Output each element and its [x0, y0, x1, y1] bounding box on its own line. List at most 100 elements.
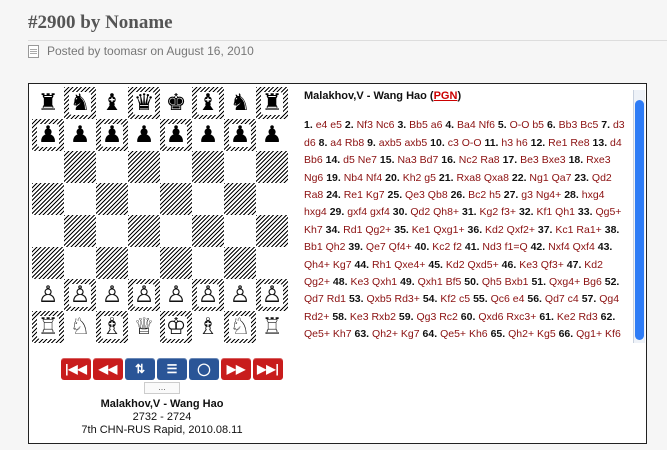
comment-button[interactable]: ◯ [189, 358, 219, 380]
board-square[interactable] [64, 215, 96, 247]
black-piece[interactable]: ♟ [228, 123, 252, 147]
move-text[interactable]: Qxh1 Bf5 [418, 276, 462, 288]
board-square[interactable] [224, 183, 256, 215]
move-text[interactable]: Rd1 Qg2+ [343, 224, 391, 236]
board-square[interactable] [192, 247, 224, 279]
white-piece[interactable]: ♘ [68, 315, 92, 339]
board-square[interactable] [64, 151, 96, 183]
move-text[interactable]: Nxf4 Qxf4 [548, 241, 595, 253]
move-text[interactable]: Qxd6 Rxc3+ [478, 311, 536, 323]
board-square[interactable]: ♘ [224, 311, 256, 343]
chess-board[interactable]: ♜ ♞ ♝ ♛ ♚ ♝ ♞ ♜ ♟ ♟ ♟ ♟ ♟ ♟ ♟ ♟ ♙ ♙ ♙ ♙ ♙ ♙ ♙ ♙ ♖ ♘ ♗ ♕ ♔ ♗ ♘ ♖ [32, 87, 288, 343]
board-square[interactable]: ♝ [96, 87, 128, 119]
move-text[interactable]: Qh4+ Kg7 [304, 259, 352, 271]
move-text[interactable]: Kd2 Qxd5+ [446, 259, 499, 271]
board-square[interactable] [224, 247, 256, 279]
board-square[interactable] [192, 151, 224, 183]
move-text[interactable]: e4 e5 [316, 119, 342, 131]
move-text[interactable]: Qc6 e4 [491, 293, 525, 305]
board-square[interactable]: ♞ [224, 87, 256, 119]
move-text[interactable]: Ke3 Rxb2 [350, 311, 396, 323]
board-square[interactable] [64, 247, 96, 279]
move-text[interactable]: a4 Rb8 [330, 137, 364, 149]
white-piece[interactable]: ♕ [132, 315, 156, 339]
move-text[interactable]: Qh5 Bxb1 [482, 276, 529, 288]
board-square[interactable]: ♜ [256, 87, 288, 119]
move-text[interactable]: Nd3 f1=Q [482, 241, 527, 253]
move-text[interactable]: Nc2 Ra8 [459, 154, 500, 166]
black-piece[interactable]: ♚ [164, 91, 188, 115]
board-square[interactable] [128, 151, 160, 183]
move-text[interactable]: c3 O-O [448, 137, 482, 149]
black-piece[interactable]: ♟ [100, 123, 124, 147]
white-piece[interactable]: ♙ [100, 283, 124, 307]
move-text[interactable]: Nb4 Nf4 [344, 172, 383, 184]
board-square[interactable]: ♙ [160, 279, 192, 311]
board-square[interactable] [32, 215, 64, 247]
board-square[interactable]: ♙ [256, 279, 288, 311]
black-piece[interactable]: ♜ [36, 91, 60, 115]
move-text[interactable]: Re1 Kg7 [344, 189, 385, 201]
board-square[interactable]: ♟ [128, 119, 160, 151]
first-move-button[interactable]: |◀◀ [61, 358, 91, 380]
board-square[interactable]: ♛ [128, 87, 160, 119]
prev-move-button[interactable]: ◀◀ [93, 358, 123, 380]
move-text[interactable]: Bb3 Bc5 [559, 119, 599, 131]
board-square[interactable]: ♙ [64, 279, 96, 311]
move-text[interactable]: Bc2 h5 [468, 189, 501, 201]
board-square[interactable]: ♝ [192, 87, 224, 119]
board-square[interactable] [160, 247, 192, 279]
post-title[interactable]: #2900 by Noname [28, 12, 173, 34]
move-text[interactable]: gxf4 gxf4 [347, 206, 390, 218]
move-text[interactable]: Kh2 g5 [403, 172, 436, 184]
move-text[interactable]: Bb5 a6 [409, 119, 442, 131]
board-square[interactable] [96, 151, 128, 183]
black-piece[interactable]: ♟ [36, 123, 60, 147]
move-text[interactable]: Qe5+ Kh7 [304, 328, 352, 340]
black-piece[interactable]: ♟ [196, 123, 220, 147]
board-square[interactable]: ♙ [32, 279, 64, 311]
board-square[interactable]: ♙ [96, 279, 128, 311]
board-square[interactable]: ♗ [192, 311, 224, 343]
board-square[interactable] [32, 247, 64, 279]
move-text[interactable]: Qh2+ Kg5 [508, 328, 556, 340]
black-piece[interactable]: ♞ [228, 91, 252, 115]
board-square[interactable]: ♟ [224, 119, 256, 151]
black-piece[interactable]: ♛ [132, 91, 156, 115]
last-move-button[interactable]: ▶▶| [253, 358, 283, 380]
black-piece[interactable]: ♟ [132, 123, 156, 147]
board-square[interactable]: ♟ [32, 119, 64, 151]
move-text[interactable]: axb5 axb5 [379, 137, 427, 149]
move-text[interactable]: Ng1 Qa7 [529, 172, 571, 184]
move-text[interactable]: Rh1 Qxe4+ [372, 259, 425, 271]
board-square[interactable]: ♖ [256, 311, 288, 343]
scrollbar-thumb[interactable] [635, 100, 644, 340]
pgn-link[interactable]: PGN [434, 90, 458, 102]
board-square[interactable] [256, 151, 288, 183]
move-text[interactable]: Ba4 Nf6 [457, 119, 495, 131]
white-piece[interactable]: ♙ [36, 283, 60, 307]
white-piece[interactable]: ♖ [36, 315, 60, 339]
white-piece[interactable]: ♔ [164, 315, 188, 339]
move-text[interactable]: Qe5+ Kh6 [440, 328, 488, 340]
move-text[interactable]: Bb1 Qh2 [304, 241, 345, 253]
board-square[interactable] [64, 183, 96, 215]
board-square[interactable]: ♟ [96, 119, 128, 151]
black-piece[interactable]: ♜ [260, 91, 284, 115]
black-piece[interactable]: ♟ [164, 123, 188, 147]
board-square[interactable]: ♙ [224, 279, 256, 311]
board-square[interactable] [256, 215, 288, 247]
white-piece[interactable]: ♙ [260, 283, 284, 307]
move-text[interactable]: Kg2 f3+ [480, 206, 517, 218]
board-square[interactable] [96, 215, 128, 247]
board-square[interactable] [160, 215, 192, 247]
board-square[interactable]: ♟ [256, 119, 288, 151]
board-square[interactable] [256, 183, 288, 215]
black-piece[interactable]: ♝ [196, 91, 220, 115]
move-text[interactable]: h3 h6 [501, 137, 527, 149]
board-square[interactable] [128, 215, 160, 247]
board-square[interactable]: ♖ [32, 311, 64, 343]
board-square[interactable]: ♘ [64, 311, 96, 343]
move-text[interactable]: Re1 Re8 [548, 137, 589, 149]
move-text[interactable]: Qh2+ Kg7 [372, 328, 420, 340]
